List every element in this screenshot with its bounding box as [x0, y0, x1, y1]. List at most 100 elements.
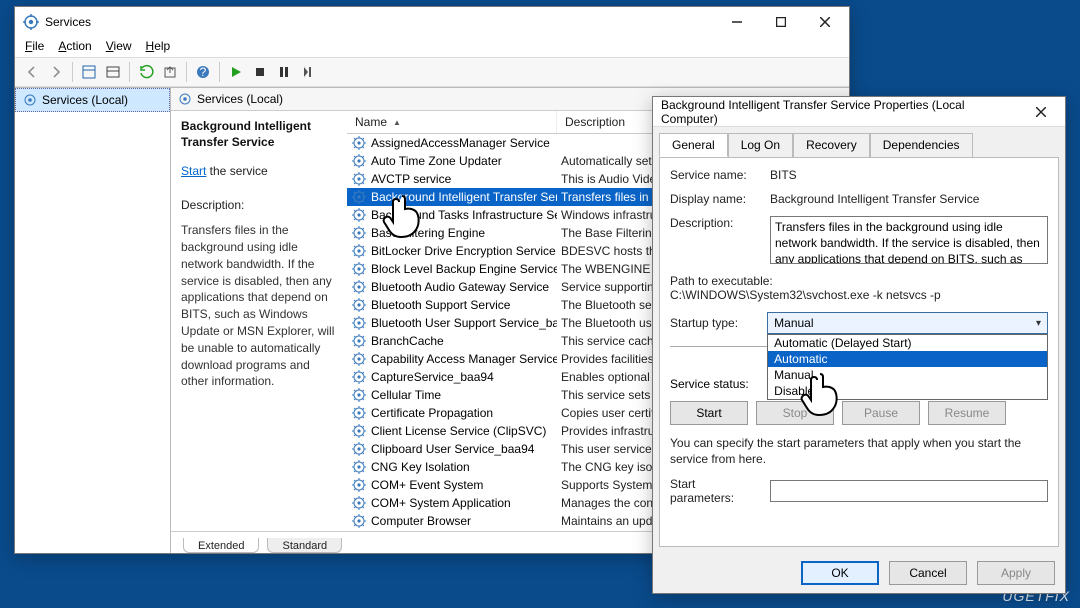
window-title: Services: [45, 15, 715, 29]
service-name-label: Service name:: [670, 168, 760, 182]
start-service-link[interactable]: Start: [181, 164, 206, 178]
export-icon[interactable]: [159, 61, 181, 83]
service-gear-icon: [351, 243, 367, 259]
startup-type-label: Startup type:: [670, 316, 757, 330]
service-gear-icon: [351, 315, 367, 331]
tab-extended[interactable]: Extended: [183, 538, 259, 553]
detail-panel: Background Intelligent Transfer Service …: [171, 111, 347, 531]
pointer-hand-icon: [798, 368, 848, 421]
description-textbox[interactable]: Transfers files in the background using …: [770, 216, 1048, 264]
help-icon[interactable]: ?: [192, 61, 214, 83]
properties-icon[interactable]: [102, 61, 124, 83]
tab-recovery[interactable]: Recovery: [793, 133, 870, 157]
menu-action[interactable]: Action: [58, 39, 91, 53]
menu-help[interactable]: Help: [146, 39, 171, 53]
description-label: Description:: [670, 216, 760, 230]
service-gear-icon: [351, 279, 367, 295]
tree-item-label: Services (Local): [42, 93, 128, 107]
service-name: Clipboard User Service_baa94: [371, 442, 534, 456]
resume-button[interactable]: Resume: [928, 401, 1006, 425]
titlebar[interactable]: Services: [15, 7, 849, 37]
start-params-input[interactable]: [770, 480, 1048, 502]
service-name: Bluetooth Support Service: [371, 298, 510, 312]
startup-type-dropdown[interactable]: Manual ▾ Automatic (Delayed Start) Autom…: [767, 312, 1048, 334]
maximize-button[interactable]: [759, 8, 803, 36]
dialog-titlebar[interactable]: Background Intelligent Transfer Service …: [653, 97, 1065, 127]
service-name: Block Level Backup Engine Service: [371, 262, 557, 276]
property-tabs[interactable]: General Log On Recovery Dependencies: [653, 127, 1065, 157]
service-gear-icon: [351, 171, 367, 187]
service-gear-icon: [351, 351, 367, 367]
desc-label: Description:: [181, 198, 337, 212]
column-header-name[interactable]: Name▲: [347, 111, 557, 133]
service-gear-icon: [351, 423, 367, 439]
close-button[interactable]: [803, 8, 847, 36]
service-name: Certificate Propagation: [371, 406, 493, 420]
service-gear-icon: [351, 387, 367, 403]
toolbar: ?: [15, 58, 849, 87]
tab-general[interactable]: General: [659, 133, 728, 157]
start-params-label: Start parameters:: [670, 477, 760, 505]
startup-option-delayed[interactable]: Automatic (Delayed Start): [768, 335, 1047, 351]
start-button[interactable]: Start: [670, 401, 748, 425]
pane-title: Services (Local): [197, 92, 283, 106]
service-gear-icon: [351, 441, 367, 457]
display-name-value: Background Intelligent Transfer Service: [770, 192, 1048, 206]
details-view-icon[interactable]: [78, 61, 100, 83]
service-name: BitLocker Drive Encryption Service: [371, 244, 556, 258]
service-gear-icon: [351, 225, 367, 241]
services-gear-icon: [22, 92, 38, 108]
service-name: COM+ Event System: [371, 478, 483, 492]
cancel-button[interactable]: Cancel: [889, 561, 967, 585]
path-value: C:\WINDOWS\System32\svchost.exe -k netsv…: [670, 288, 1048, 302]
dialog-title: Background Intelligent Transfer Service …: [661, 98, 1019, 126]
apply-button[interactable]: Apply: [977, 561, 1055, 585]
services-gear-icon: [23, 14, 39, 30]
nav-forward-icon[interactable]: [45, 61, 67, 83]
service-name: Client License Service (ClipSVC): [371, 424, 546, 438]
properties-dialog[interactable]: Background Intelligent Transfer Service …: [652, 96, 1066, 594]
service-name: AssignedAccessManager Service: [371, 136, 550, 150]
service-name: CNG Key Isolation: [371, 460, 470, 474]
start-service-icon[interactable]: [225, 61, 247, 83]
menu-view[interactable]: View: [106, 39, 132, 53]
service-name: AVCTP service: [371, 172, 451, 186]
pause-button[interactable]: Pause: [842, 401, 920, 425]
startup-option-automatic[interactable]: Automatic: [768, 351, 1047, 367]
services-gear-icon: [177, 91, 193, 107]
tree-item-services-local[interactable]: Services (Local): [15, 88, 170, 112]
service-name: BranchCache: [371, 334, 444, 348]
service-name: CaptureService_baa94: [371, 370, 494, 384]
console-tree[interactable]: Services (Local): [15, 88, 171, 553]
start-params-note: You can specify the start parameters tha…: [670, 435, 1048, 467]
ok-button[interactable]: OK: [801, 561, 879, 585]
service-gear-icon: [351, 135, 367, 151]
path-label: Path to executable:: [670, 274, 1048, 288]
menu-file[interactable]: File: [25, 39, 44, 53]
service-gear-icon: [351, 477, 367, 493]
service-status-label: Service status:: [670, 377, 760, 391]
service-gear-icon: [351, 405, 367, 421]
service-name: Bluetooth Audio Gateway Service: [371, 280, 549, 294]
service-name: Auto Time Zone Updater: [371, 154, 502, 168]
service-gear-icon: [351, 207, 367, 223]
service-gear-icon: [351, 153, 367, 169]
tab-standard[interactable]: Standard: [267, 538, 342, 553]
dialog-close-button[interactable]: [1019, 98, 1063, 126]
stop-service-icon[interactable]: [249, 61, 271, 83]
detail-description: Transfers files in the background using …: [181, 222, 337, 390]
minimize-button[interactable]: [715, 8, 759, 36]
tab-logon[interactable]: Log On: [728, 133, 793, 157]
pause-service-icon[interactable]: [273, 61, 295, 83]
nav-back-icon[interactable]: [21, 61, 43, 83]
svg-text:?: ?: [200, 65, 207, 79]
restart-service-icon[interactable]: [297, 61, 319, 83]
menubar[interactable]: File Action View Help: [15, 37, 849, 58]
refresh-icon[interactable]: [135, 61, 157, 83]
service-name: Capability Access Manager Service: [371, 352, 557, 366]
service-name: Computer Browser: [371, 514, 471, 528]
service-gear-icon: [351, 495, 367, 511]
display-name-label: Display name:: [670, 192, 760, 206]
tab-dependencies[interactable]: Dependencies: [870, 133, 973, 157]
service-gear-icon: [351, 513, 367, 529]
